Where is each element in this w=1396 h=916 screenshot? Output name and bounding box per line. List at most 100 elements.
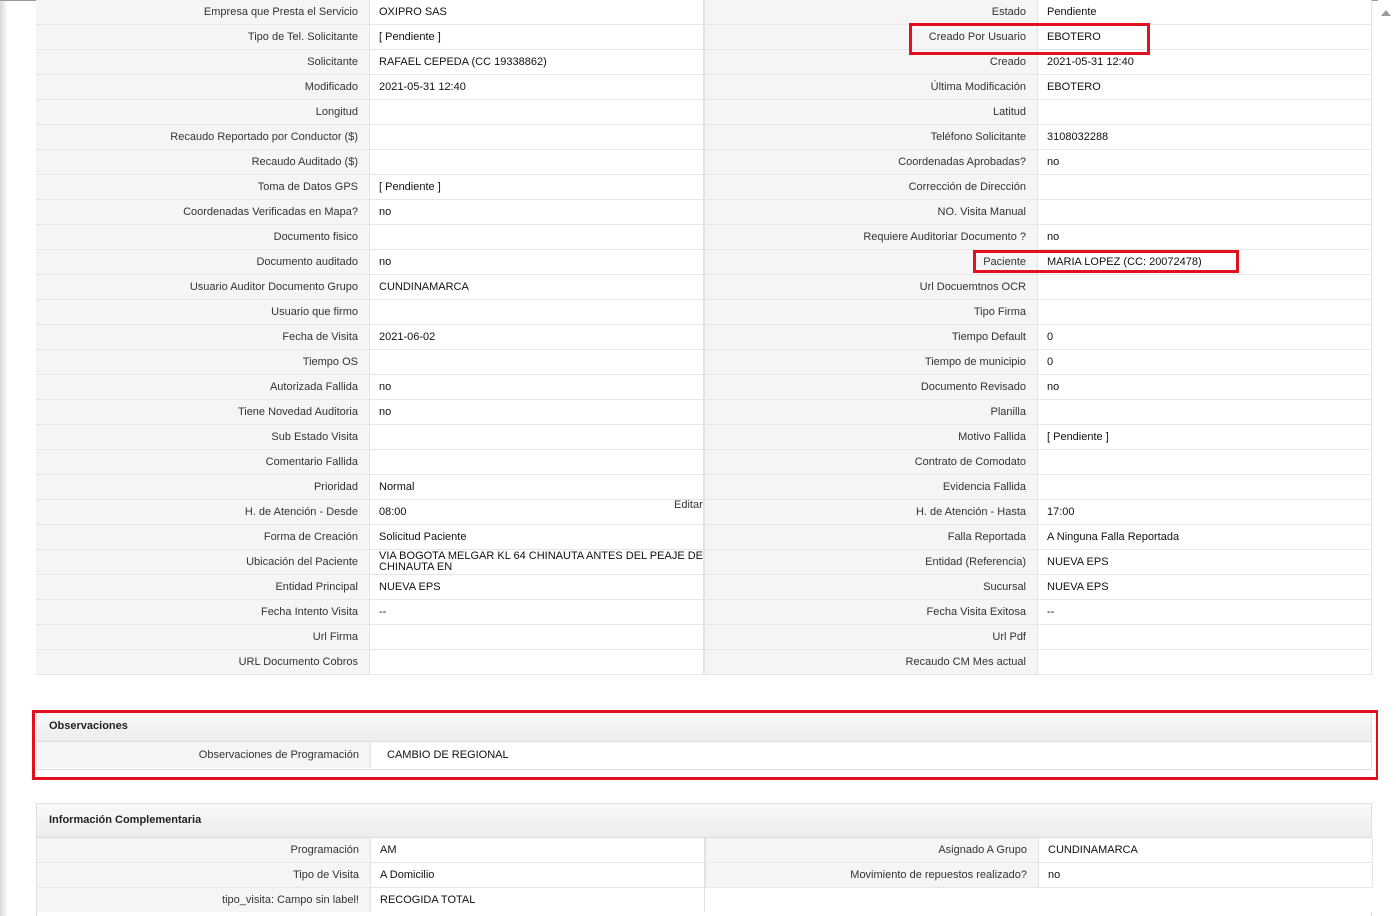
field-value — [370, 350, 704, 374]
table-row: Url Firma Url Pdf — [36, 625, 1372, 650]
field-value: -- — [1038, 600, 1372, 624]
field-value: [ Pendiente ] — [370, 175, 704, 199]
field-label: Documento fisico — [36, 225, 370, 249]
field-label: Recaudo Auditado ($) — [36, 150, 370, 174]
field-label: Documento auditado — [36, 250, 370, 274]
field-value: OXIPRO SAS — [370, 0, 704, 24]
field-value: NUEVA EPS — [1038, 575, 1372, 599]
field-value: Solicitud Paciente — [370, 525, 704, 549]
field-value: no — [370, 200, 704, 224]
field-label: H. de Atención - Desde — [36, 500, 370, 524]
field-value: no — [1038, 150, 1372, 174]
field-value: 08:00 — [370, 500, 704, 524]
field-label: URL Documento Cobros — [36, 650, 370, 674]
page-shadow — [0, 0, 8, 916]
field-value: no — [1039, 863, 1373, 887]
table-row: Fecha Intento Visita -- Fecha Visita Exit… — [36, 600, 1372, 625]
field-value: no — [370, 400, 704, 424]
field-label: Programación — [37, 838, 371, 862]
table-row: Fecha de Visita 2021-06-02 Tiempo Default… — [36, 325, 1372, 350]
field-label: Coordenadas Verificadas en Mapa? — [36, 200, 370, 224]
field-value: RECOGIDA TOTAL — [371, 888, 705, 912]
field-value: no — [1038, 375, 1372, 399]
field-value: Normal — [370, 475, 704, 499]
field-value — [370, 300, 704, 324]
field-label: Forma de Creación — [36, 525, 370, 549]
field-label: Tipo de Visita — [37, 863, 371, 887]
field-value: RAFAEL CEPEDA (CC 19338862) — [370, 50, 704, 74]
table-row: Solicitante RAFAEL CEPEDA (CC 19338862) Cr… — [36, 50, 1372, 75]
field-value — [370, 425, 704, 449]
table-row: Usuario que firmo Tipo Firma — [36, 300, 1372, 325]
field-label: Tipo de Tel. Solicitante — [36, 25, 370, 49]
complementaria-title: Información Complementaria — [37, 804, 1371, 838]
field-value — [1038, 650, 1372, 674]
field-value: 0 — [1038, 325, 1372, 349]
field-label: Sucursal — [704, 575, 1038, 599]
edit-link[interactable]: Editar — [674, 499, 703, 511]
field-label: Corrección de Dirección — [704, 175, 1038, 199]
field-value: CUNDINAMARCA — [1039, 838, 1373, 862]
field-label: Tiene Novedad Auditoria — [36, 400, 370, 424]
table-row: Modificado 2021-05-31 12:40 Última Modific… — [36, 75, 1372, 100]
table-row: Empresa que Presta el Servicio OXIPRO SAS… — [36, 0, 1372, 25]
field-value — [370, 225, 704, 249]
field-label: Fecha de Visita — [36, 325, 370, 349]
highlight-paciente — [973, 250, 1239, 273]
field-value: no — [1038, 225, 1372, 249]
detail-page: Empresa que Presta el Servicio OXIPRO SAS… — [0, 0, 1396, 916]
field-label: Recaudo Reportado por Conductor ($) — [36, 125, 370, 149]
field-label: Entidad Principal — [36, 575, 370, 599]
field-label: Motivo Fallida — [704, 425, 1038, 449]
table-row: Comentario Fallida Contrato de Comodato — [36, 450, 1372, 475]
field-label: Asignado A Grupo — [705, 838, 1039, 862]
field-value: [ Pendiente ] — [370, 25, 704, 49]
field-label: Usuario que firmo — [36, 300, 370, 324]
field-label: Fecha Intento Visita — [36, 600, 370, 624]
field-label: Tiempo Default — [704, 325, 1038, 349]
table-row: Recaudo Auditado ($) Coordenadas Aprobada… — [36, 150, 1372, 175]
field-label: Entidad (Referencia) — [704, 550, 1038, 574]
highlight-creado-por-usuario — [909, 23, 1150, 55]
field-label: Requiere Auditoriar Documento ? — [704, 225, 1038, 249]
field-value: 0 — [1038, 350, 1372, 374]
field-value: VIA BOGOTA MELGAR KL 64 CHINAUTA ANTES D… — [370, 550, 704, 574]
scrollbar[interactable] — [1378, 0, 1396, 916]
table-row: Programación AM Asignado A Grupo CUNDINAMAR… — [37, 838, 1373, 863]
field-value: 17:00 — [1038, 500, 1372, 524]
table-row: Longitud Latitud — [36, 100, 1372, 125]
field-label: Tipo Firma — [704, 300, 1038, 324]
field-label: Documento Revisado — [704, 375, 1038, 399]
field-value — [1038, 475, 1372, 499]
field-label: Latitud — [704, 100, 1038, 124]
field-label: Prioridad — [36, 475, 370, 499]
scroll-up-arrow-icon[interactable] — [1381, 10, 1391, 16]
field-value — [370, 650, 704, 674]
field-label: Última Modificación — [704, 75, 1038, 99]
field-label: Url Pdf — [704, 625, 1038, 649]
field-label: Toma de Datos GPS — [36, 175, 370, 199]
field-value — [370, 625, 704, 649]
table-row: Toma de Datos GPS[ Pendiente ] Corrección… — [36, 175, 1372, 200]
field-value — [1038, 100, 1372, 124]
field-value — [370, 100, 704, 124]
field-value: 3108032288 — [1038, 125, 1372, 149]
field-value — [1038, 275, 1372, 299]
field-value — [1038, 625, 1372, 649]
field-value: no — [370, 250, 704, 274]
field-label: Sub Estado Visita — [36, 425, 370, 449]
field-label: tipo_visita: Campo sin label! — [37, 888, 371, 912]
field-label: Fecha Visita Exitosa — [704, 600, 1038, 624]
field-label: NO. Visita Manual — [704, 200, 1038, 224]
field-value: -- — [370, 600, 704, 624]
field-value — [370, 150, 704, 174]
field-label: Longitud — [36, 100, 370, 124]
highlight-observaciones — [32, 710, 1379, 780]
field-value: no — [370, 375, 704, 399]
complementaria-grid: Programación AM Asignado A Grupo CUNDINAMAR… — [37, 838, 1373, 913]
table-row: Usuario Auditor Documento Grupo CUNDINAMA… — [36, 275, 1372, 300]
table-row: Sub Estado Visita Motivo Fallida[ Pendien… — [36, 425, 1372, 450]
field-value: A Domicilio — [371, 863, 705, 887]
table-row: Autorizada Fallida no Documento Revisado … — [36, 375, 1372, 400]
field-value — [370, 125, 704, 149]
